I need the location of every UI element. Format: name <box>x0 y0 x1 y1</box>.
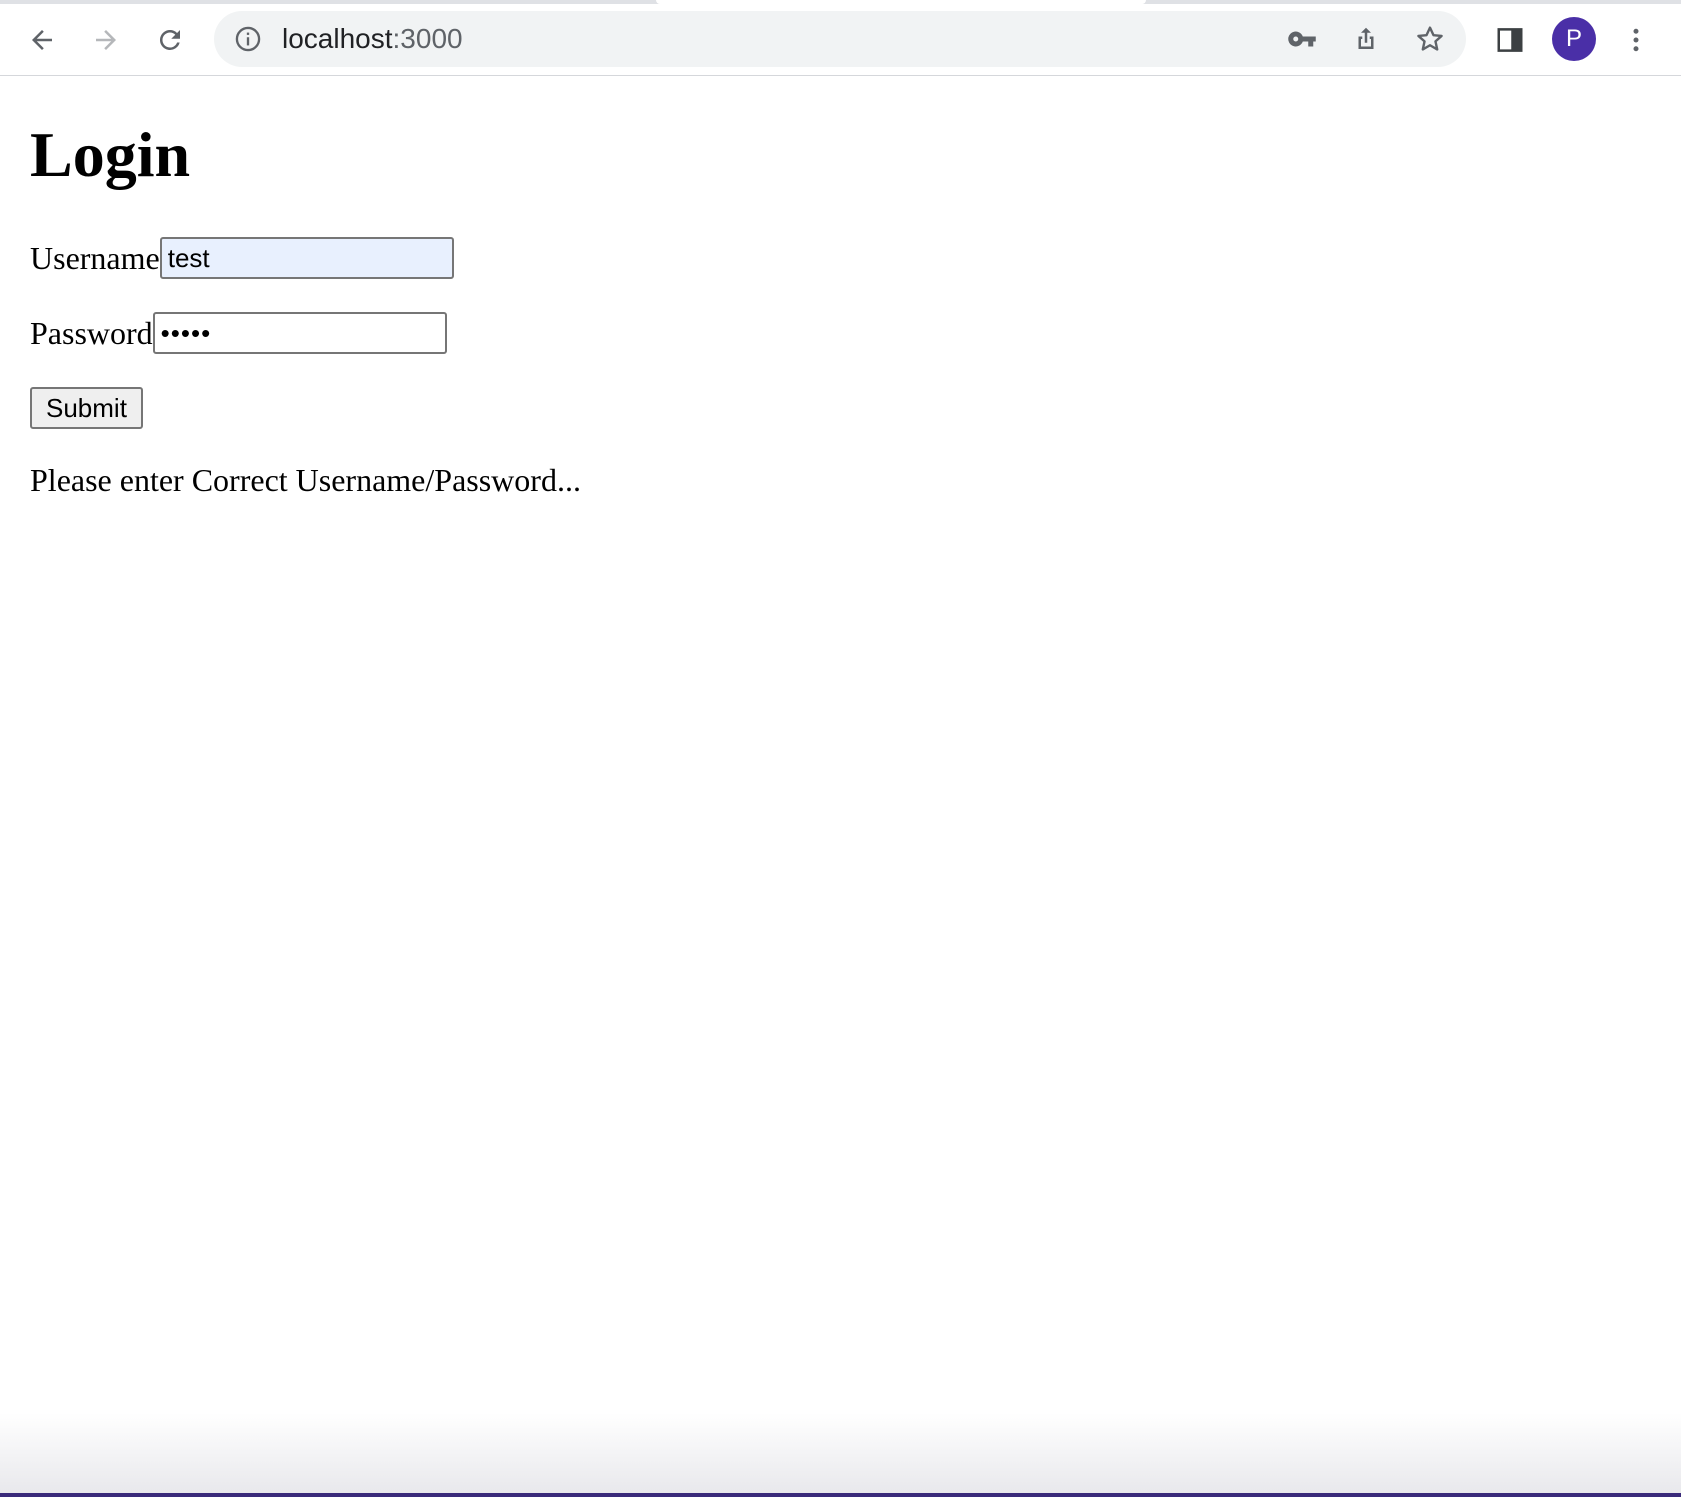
bottom-shadow <box>0 1413 1681 1493</box>
window-bottom-edge <box>0 1493 1681 1497</box>
forward-button[interactable] <box>84 18 128 62</box>
password-label: Password <box>30 315 153 351</box>
info-icon[interactable] <box>234 25 262 53</box>
profile-avatar[interactable]: P <box>1552 17 1596 61</box>
submit-button[interactable]: Submit <box>30 387 143 429</box>
page-title: Login <box>30 119 191 190</box>
username-row: Username <box>30 237 454 279</box>
address-bar[interactable]: localhost:3000 <box>214 11 1466 67</box>
star-icon[interactable] <box>1412 21 1448 57</box>
key-icon[interactable] <box>1284 21 1320 57</box>
password-input[interactable] <box>152 312 447 354</box>
browser-window: localhost:3000 P Login Username test Pas… <box>0 0 1681 1497</box>
url-host: localhost <box>282 23 393 54</box>
browser-menu-button[interactable] <box>1614 18 1658 62</box>
side-panel-icon <box>1495 25 1525 55</box>
url-text[interactable]: localhost:3000 <box>282 11 463 67</box>
back-button[interactable] <box>20 18 64 62</box>
url-port: :3000 <box>392 23 463 54</box>
back-arrow-icon <box>27 25 57 55</box>
reload-button[interactable] <box>148 18 192 62</box>
username-input[interactable] <box>159 237 454 279</box>
browser-toolbar: localhost:3000 P <box>0 4 1681 76</box>
kebab-menu-icon <box>1621 25 1651 55</box>
password-row: Password <box>30 312 447 354</box>
forward-arrow-icon <box>91 25 121 55</box>
reload-icon <box>155 25 185 55</box>
username-label: Username <box>30 240 160 276</box>
error-message: Please enter Correct Username/Password..… <box>30 462 581 498</box>
share-icon[interactable] <box>1348 21 1384 57</box>
side-panel-button[interactable] <box>1488 18 1532 62</box>
